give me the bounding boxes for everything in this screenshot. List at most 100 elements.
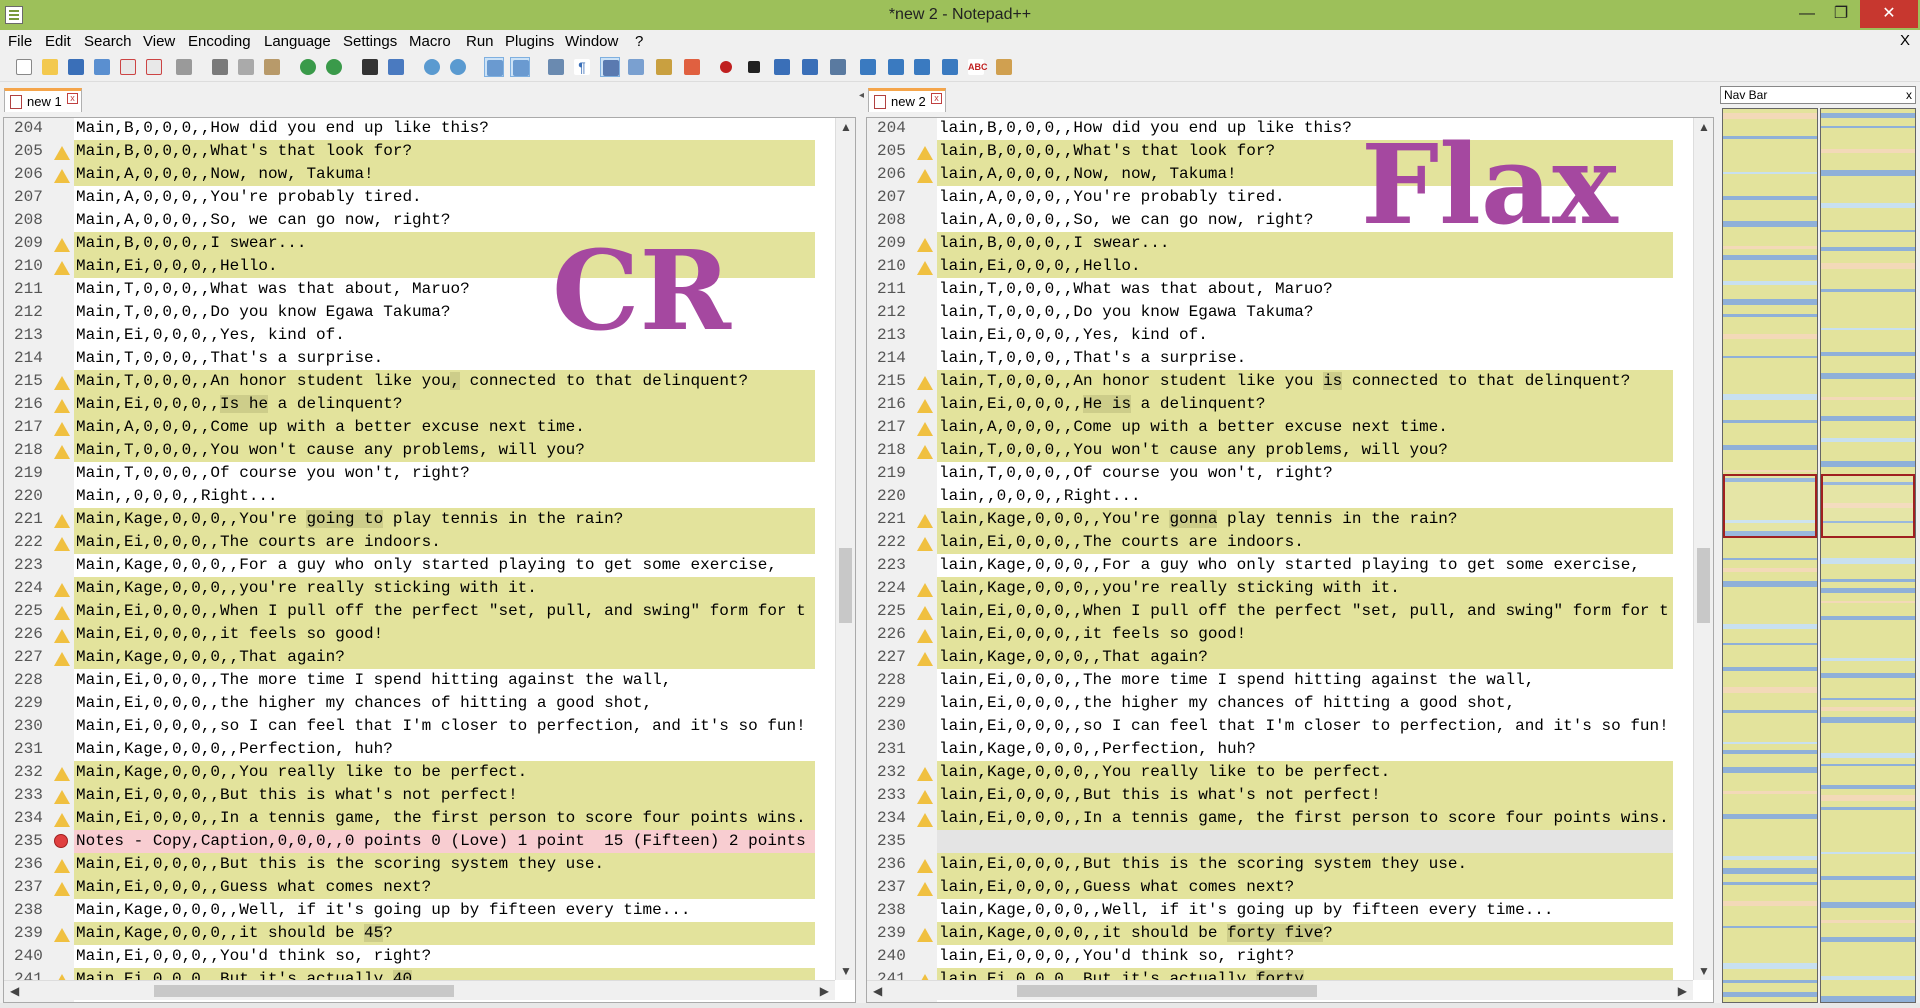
vertical-scrollbar[interactable]: ▲ ▼ (835, 118, 855, 980)
scroll-right-arrow-icon[interactable]: ▶ (820, 984, 829, 998)
menu-file[interactable]: File (8, 33, 32, 50)
editor-line[interactable]: 229 lain,Ei,0,0,0,,the higher my chances … (867, 692, 1693, 715)
tab-new-1[interactable]: new 1 x (4, 88, 82, 112)
editor-line[interactable]: 222 lain,Ei,0,0,0,,The courts are indoors… (867, 531, 1693, 554)
sync-horizontal-scroll-icon[interactable] (510, 57, 530, 77)
menu-run[interactable]: Run (466, 33, 494, 50)
show-all-characters-icon[interactable]: ¶ (572, 57, 592, 77)
document-map-icon[interactable] (626, 57, 646, 77)
spell-check-icon[interactable]: ABC (966, 57, 988, 77)
close-all-icon[interactable] (144, 57, 164, 77)
scrollbar-thumb[interactable] (1017, 985, 1317, 997)
editor-line[interactable]: 221 lain,Kage,0,0,0,,You're gonna play te… (867, 508, 1693, 531)
tab-new-2[interactable]: new 2 x (868, 88, 946, 112)
menu-window[interactable]: Window (565, 33, 618, 50)
scroll-left-arrow-icon[interactable]: ◀ (873, 984, 882, 998)
menu-search[interactable]: Search (84, 33, 132, 50)
left-editor-pane[interactable]: 204 Main,B,0,0,0,,How did you end up like… (3, 117, 856, 1003)
scroll-down-arrow-icon[interactable]: ▼ (840, 964, 852, 978)
scroll-left-arrow-icon[interactable]: ◀ (10, 984, 19, 998)
stop-recording-icon[interactable] (744, 57, 764, 77)
nav-bar-right-column[interactable] (1820, 108, 1916, 1003)
scroll-up-arrow-icon[interactable]: ▲ (1698, 120, 1710, 134)
editor-line[interactable]: 238 lain,Kage,0,0,0,,Well, if it's going … (867, 899, 1693, 922)
save-icon[interactable] (66, 57, 86, 77)
print-icon[interactable] (174, 57, 194, 77)
editor-line[interactable]: 228 lain,Ei,0,0,0,,The more time I spend … (867, 669, 1693, 692)
editor-line[interactable]: 219 Main,T,0,0,0,,Of course you won't, ri… (4, 462, 835, 485)
editor-line[interactable]: 227 lain,Kage,0,0,0,,That again? (867, 646, 1693, 669)
editor-line[interactable]: 205 Main,B,0,0,0,,What's that look for? (4, 140, 835, 163)
nav-viewport-indicator[interactable] (1821, 474, 1915, 538)
vertical-scrollbar[interactable]: ▲ ▼ (1693, 118, 1713, 980)
editor-line[interactable]: 214 lain,T,0,0,0,,That's a surprise. (867, 347, 1693, 370)
menu-edit[interactable]: Edit (45, 33, 71, 50)
tab-close-icon[interactable]: x (931, 93, 942, 104)
editor-line[interactable]: 223 lain,Kage,0,0,0,,For a guy who only s… (867, 554, 1693, 577)
nav-viewport-indicator[interactable] (1723, 474, 1817, 538)
folder-as-workspace-icon[interactable] (682, 57, 702, 77)
scroll-right-arrow-icon[interactable]: ▶ (1678, 984, 1687, 998)
scrollbar-thumb[interactable] (1697, 548, 1710, 623)
word-wrap-icon[interactable] (546, 57, 566, 77)
run-macro-multiple-icon[interactable] (800, 57, 820, 77)
scrollbar-thumb[interactable] (839, 548, 852, 623)
menu-language[interactable]: Language (264, 33, 331, 50)
undo-icon[interactable] (298, 57, 318, 77)
editor-line[interactable]: 228 Main,Ei,0,0,0,,The more time I spend … (4, 669, 835, 692)
tab-close-icon[interactable]: x (67, 93, 78, 104)
editor-line[interactable]: 215 Main,T,0,0,0,,An honor student like y… (4, 370, 835, 393)
save-all-icon[interactable] (92, 57, 112, 77)
editor-line[interactable]: 226 Main,Ei,0,0,0,,it feels so good! (4, 623, 835, 646)
compare-next-icon[interactable] (912, 57, 932, 77)
editor-line[interactable]: 234 Main,Ei,0,0,0,,In a tennis game, the … (4, 807, 835, 830)
close-file-icon[interactable] (118, 57, 138, 77)
menu-help[interactable]: ? (635, 33, 643, 50)
sync-vertical-scroll-icon[interactable] (484, 57, 504, 77)
redo-icon[interactable] (324, 57, 344, 77)
function-list-icon[interactable] (654, 57, 674, 77)
record-macro-icon[interactable] (716, 57, 736, 77)
editor-line[interactable]: 222 Main,Ei,0,0,0,,The courts are indoors… (4, 531, 835, 554)
menu-settings[interactable]: Settings (343, 33, 397, 50)
editor-line[interactable]: 239 lain,Kage,0,0,0,,it should be forty f… (867, 922, 1693, 945)
editor-line[interactable]: 240 lain,Ei,0,0,0,,You'd think so, right? (867, 945, 1693, 968)
editor-line[interactable]: 231 Main,Kage,0,0,0,,Perfection, huh? (4, 738, 835, 761)
editor-line[interactable]: 236 Main,Ei,0,0,0,,But this is the scorin… (4, 853, 835, 876)
editor-line[interactable]: 217 Main,A,0,0,0,,Come up with a better e… (4, 416, 835, 439)
close-window-button[interactable]: ✕ (1860, 0, 1918, 28)
editor-line[interactable]: 221 Main,Kage,0,0,0,,You're going to play… (4, 508, 835, 531)
editor-line[interactable]: 213 lain,Ei,0,0,0,,Yes, kind of. (867, 324, 1693, 347)
editor-line[interactable]: 233 lain,Ei,0,0,0,,But this is what's not… (867, 784, 1693, 807)
editor-line[interactable]: 225 Main,Ei,0,0,0,,When I pull off the pe… (4, 600, 835, 623)
editor-line[interactable]: 238 Main,Kage,0,0,0,,Well, if it's going … (4, 899, 835, 922)
editor-line[interactable]: 226 lain,Ei,0,0,0,,it feels so good! (867, 623, 1693, 646)
editor-line[interactable]: 204 Main,B,0,0,0,,How did you end up like… (4, 118, 835, 140)
menu-encoding[interactable]: Encoding (188, 33, 251, 50)
copy-icon[interactable] (236, 57, 256, 77)
indent-guide-icon[interactable] (600, 57, 620, 77)
paste-icon[interactable] (262, 57, 282, 77)
editor-line[interactable]: 230 lain,Ei,0,0,0,,so I can feel that I'm… (867, 715, 1693, 738)
editor-line[interactable]: 230 Main,Ei,0,0,0,,so I can feel that I'm… (4, 715, 835, 738)
zoom-in-icon[interactable] (422, 57, 442, 77)
nav-bar-close-icon[interactable]: x (1906, 87, 1912, 103)
scrollbar-thumb[interactable] (154, 985, 454, 997)
compare-previous-icon[interactable] (886, 57, 906, 77)
editor-line[interactable]: 223 Main,Kage,0,0,0,,For a guy who only s… (4, 554, 835, 577)
editor-line[interactable]: 210 lain,Ei,0,0,0,,Hello. (867, 255, 1693, 278)
editor-line[interactable]: 217 lain,A,0,0,0,,Come up with a better e… (867, 416, 1693, 439)
editor-line[interactable]: 215 lain,T,0,0,0,,An honor student like y… (867, 370, 1693, 393)
editor-line[interactable]: 211 lain,T,0,0,0,,What was that about, Ma… (867, 278, 1693, 301)
editor-line[interactable]: 235 (867, 830, 1693, 853)
editor-line[interactable]: 237 lain,Ei,0,0,0,,Guess what comes next? (867, 876, 1693, 899)
editor-line[interactable]: 237 Main,Ei,0,0,0,,Guess what comes next? (4, 876, 835, 899)
scroll-up-arrow-icon[interactable]: ▲ (840, 120, 852, 134)
editor-line[interactable]: 231 lain,Kage,0,0,0,,Perfection, huh? (867, 738, 1693, 761)
replace-icon[interactable] (386, 57, 406, 77)
editor-line[interactable]: 216 Main,Ei,0,0,0,,Is he a delinquent? (4, 393, 835, 416)
save-macro-icon[interactable] (828, 57, 848, 77)
editor-line[interactable]: 227 Main,Kage,0,0,0,,That again? (4, 646, 835, 669)
editor-line[interactable]: 229 Main,Ei,0,0,0,,the higher my chances … (4, 692, 835, 715)
compare-last-icon[interactable] (940, 57, 960, 77)
